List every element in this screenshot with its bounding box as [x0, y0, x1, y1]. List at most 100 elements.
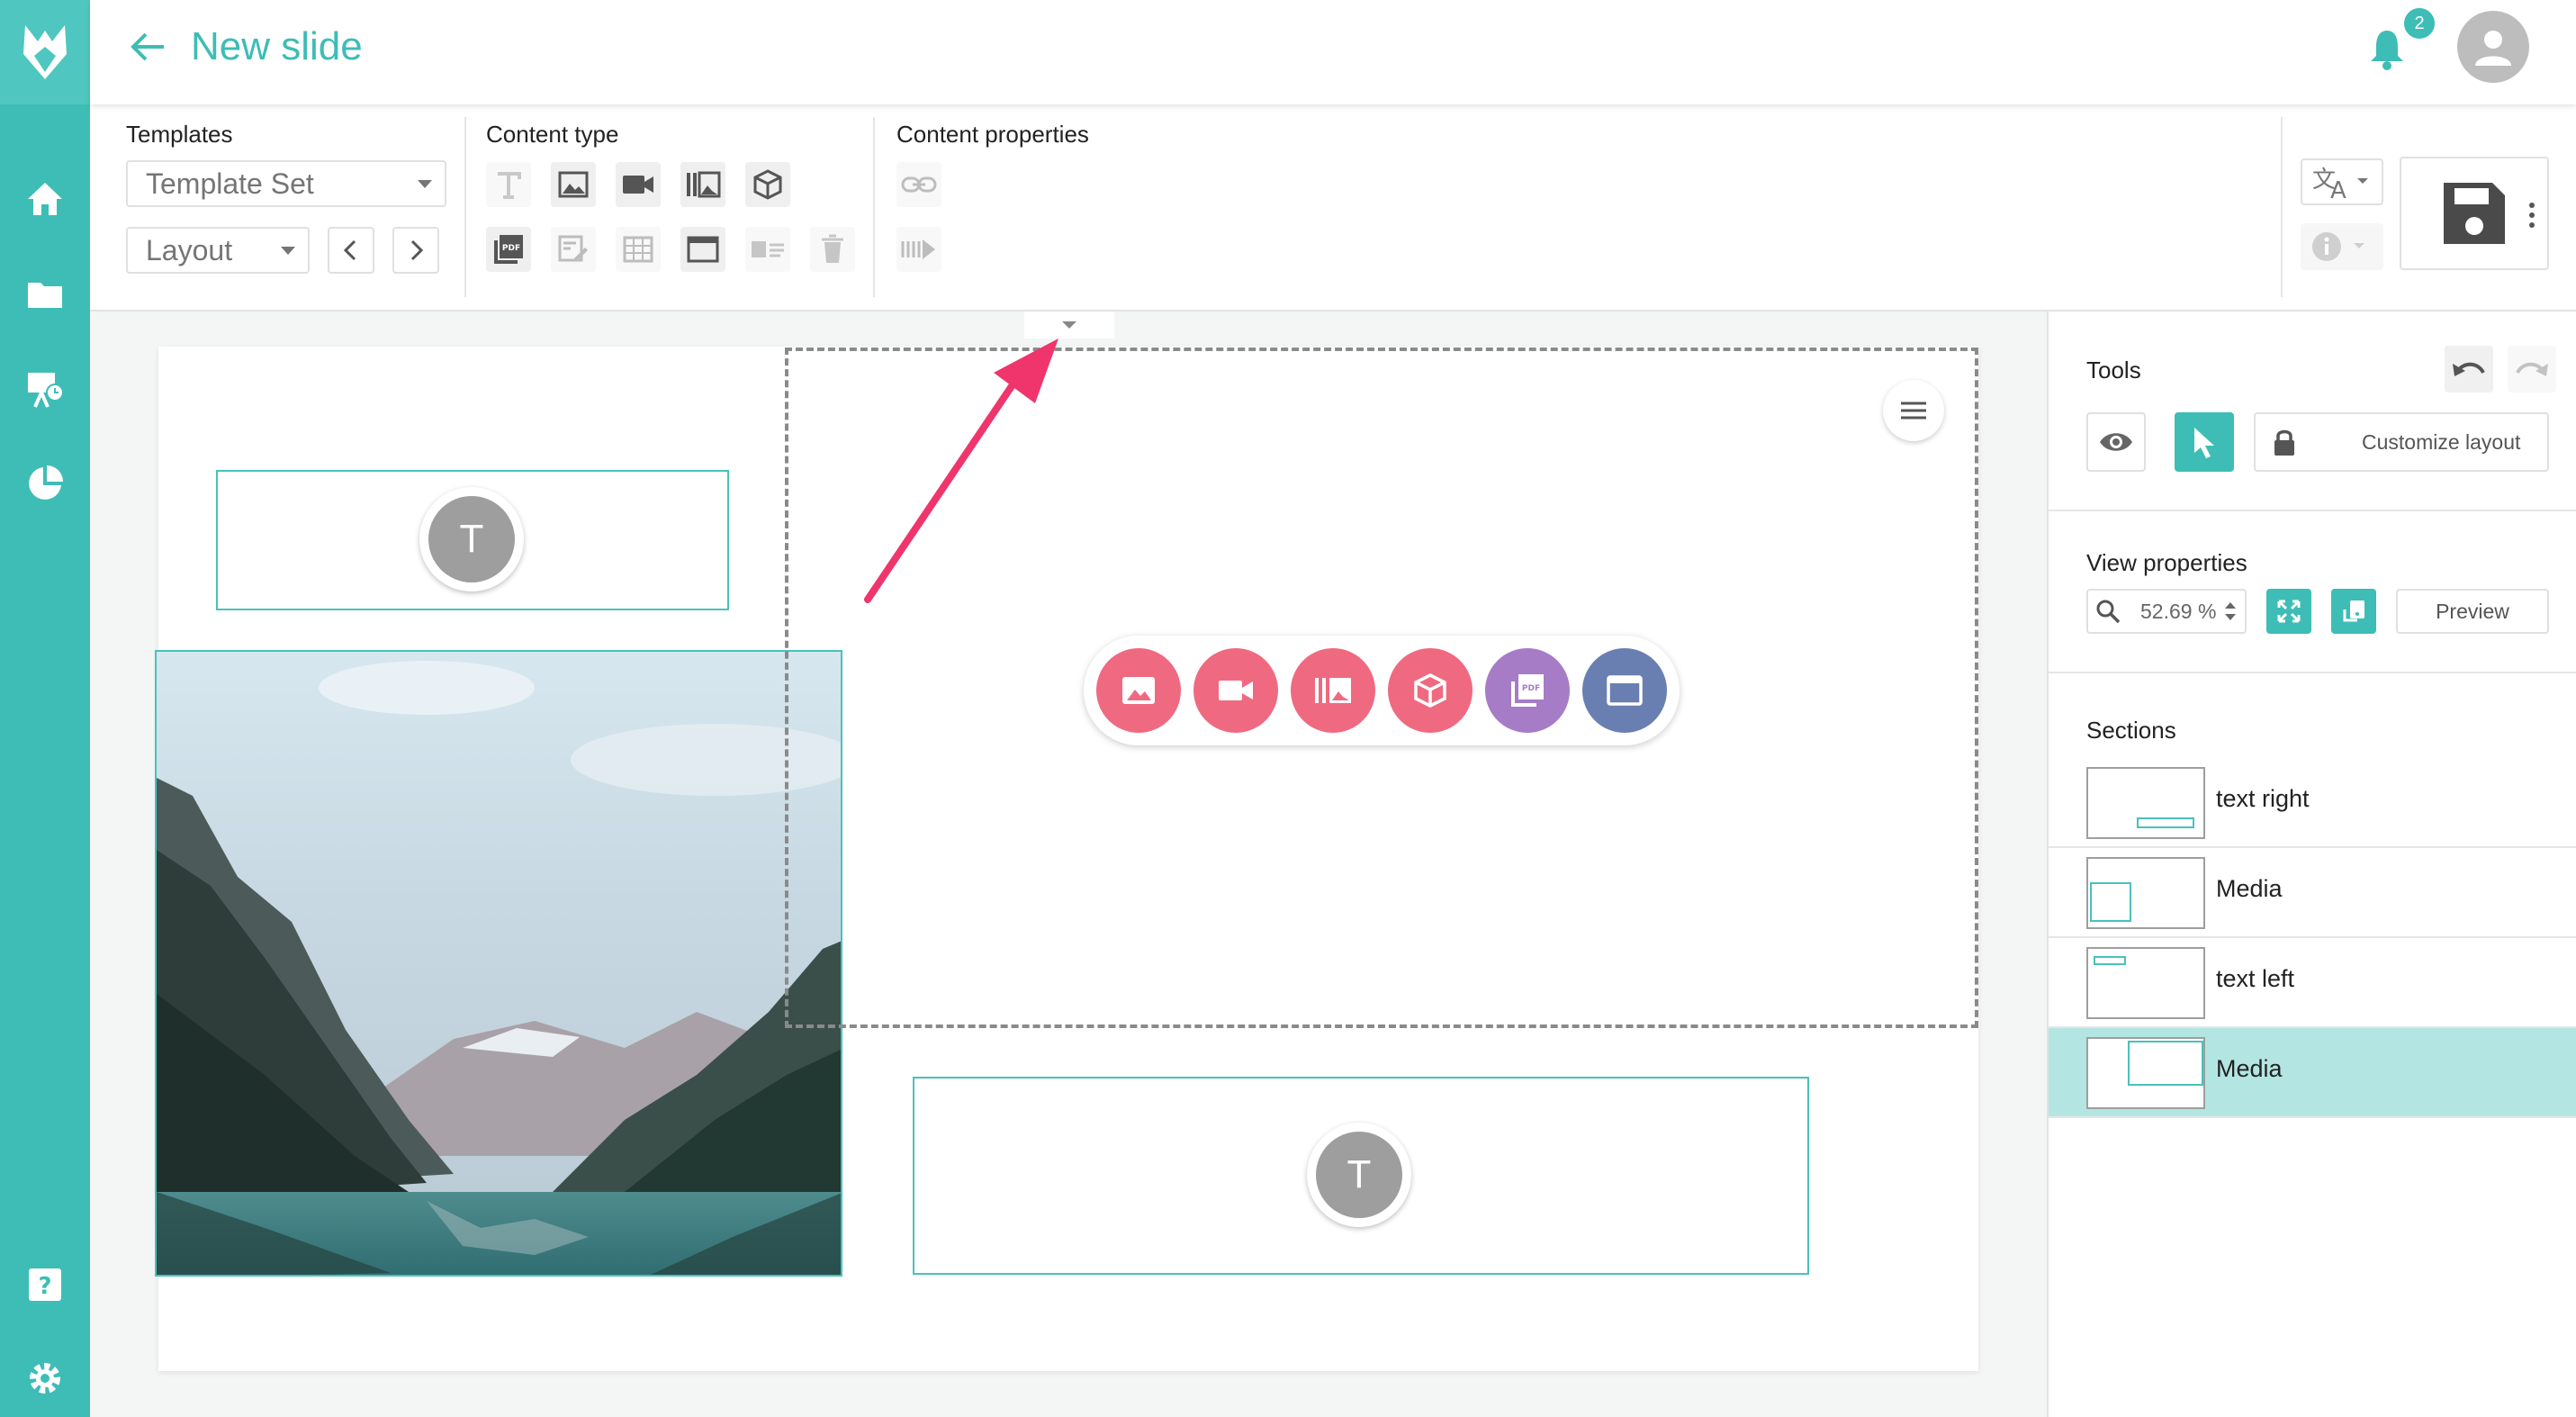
table-content-button[interactable]: [616, 227, 661, 272]
more-vertical-icon[interactable]: [2527, 202, 2536, 229]
pdf-content-button[interactable]: PDF: [486, 227, 531, 272]
caret-down-icon: [1062, 321, 1076, 329]
add-pdf-button[interactable]: PDF: [1485, 648, 1570, 733]
section-thumbnail: [2086, 767, 2205, 839]
previous-layout-button[interactable]: [328, 227, 374, 274]
preview-button[interactable]: Preview: [2396, 589, 2549, 634]
section-name: text right: [2216, 785, 2310, 812]
folder-icon[interactable]: [23, 272, 68, 317]
notifications-bell-icon[interactable]: [2367, 27, 2407, 70]
redo-button[interactable]: [2508, 346, 2556, 393]
analytics-pie-icon[interactable]: [23, 461, 68, 506]
form-edit-icon: [558, 235, 588, 262]
delete-content-button[interactable]: [810, 227, 855, 272]
right-properties-panel: Tools Customize layout View properties 5…: [2047, 311, 2576, 1417]
zoom-input[interactable]: 52.69 %: [2086, 589, 2247, 634]
user-icon: [2475, 31, 2511, 66]
browser-window-icon: [1607, 675, 1643, 706]
save-button[interactable]: [2400, 157, 2549, 270]
section-menu-button[interactable]: [1883, 380, 1944, 441]
chevron-down-icon: [418, 180, 432, 188]
next-layout-button[interactable]: [392, 227, 439, 274]
section-name: text left: [2216, 965, 2295, 992]
trash-icon: [822, 234, 843, 263]
undo-button[interactable]: [2445, 346, 2493, 393]
select-tool-button[interactable]: [2175, 412, 2234, 472]
user-avatar[interactable]: [2457, 11, 2529, 83]
section-item-text-left[interactable]: text left: [2049, 938, 2576, 1028]
image-icon: [558, 171, 589, 198]
add-text-button[interactable]: T: [419, 487, 524, 591]
fit-to-screen-button[interactable]: [2266, 589, 2311, 634]
layout-select[interactable]: Layout: [126, 227, 310, 274]
panel-divider: [2049, 510, 2576, 511]
svg-text:?: ?: [38, 1273, 51, 1300]
video-content-button[interactable]: [616, 162, 661, 207]
tools-label: Tools: [2086, 357, 2141, 384]
preview-label: Preview: [2436, 599, 2509, 623]
template-set-select[interactable]: Template Set: [126, 160, 446, 207]
section-thumbnail: [2086, 947, 2205, 1019]
home-icon[interactable]: [23, 176, 68, 221]
text-placeholder-label: T: [428, 496, 515, 582]
layout-value: Layout: [146, 234, 233, 266]
link-property-button[interactable]: [896, 162, 941, 207]
customize-layout-button[interactable]: Customize layout: [2254, 412, 2549, 472]
media-type-picker: PDF: [1084, 636, 1680, 745]
add-web-frame-button[interactable]: [1582, 648, 1667, 733]
redo-icon: [2516, 362, 2548, 376]
template-set-value: Template Set: [146, 167, 314, 200]
image-content-button[interactable]: [551, 162, 596, 207]
sections-label: Sections: [2086, 717, 2176, 744]
add-gallery-button[interactable]: [1291, 648, 1375, 733]
section-item-text-right[interactable]: text right: [2049, 758, 2576, 848]
help-icon[interactable]: ?: [23, 1262, 68, 1307]
gallery-content-button[interactable]: [680, 162, 725, 207]
content-properties-label: Content properties: [896, 121, 1089, 148]
section-item-media[interactable]: Media: [2049, 848, 2576, 938]
card-content-button[interactable]: [745, 227, 790, 272]
toolbar-divider: [2281, 117, 2283, 297]
toolbar-collapse-tab[interactable]: [1024, 311, 1114, 338]
gallery-icon: [687, 171, 721, 198]
web-frame-content-button[interactable]: [680, 227, 725, 272]
app-logo[interactable]: [0, 0, 90, 104]
presentation-icon[interactable]: [23, 367, 68, 412]
svg-text:PDF: PDF: [1522, 684, 1540, 693]
editor-toolbar: Templates Template Set Layout Content ty…: [90, 104, 2576, 311]
form-content-button[interactable]: [551, 227, 596, 272]
undo-icon: [2453, 362, 2485, 376]
preview-visibility-button[interactable]: [2086, 412, 2146, 472]
add-video-button[interactable]: [1193, 648, 1278, 733]
back-arrow-icon[interactable]: [128, 27, 167, 67]
translate-icon: 文A: [2312, 167, 2368, 200]
text-t-icon: [498, 172, 521, 199]
media-image-mountain-lake[interactable]: [155, 650, 842, 1277]
settings-gear-icon[interactable]: [23, 1356, 68, 1401]
section-name: Media: [2216, 1055, 2283, 1082]
add-image-button[interactable]: [1096, 648, 1181, 733]
floppy-save-icon: [2444, 183, 2505, 244]
pdf-icon: PDF: [494, 235, 523, 264]
stepper-arrows-icon[interactable]: [2223, 600, 2238, 623]
section-item-media-active[interactable]: Media: [2049, 1028, 2576, 1118]
add-3d-object-button[interactable]: [1388, 648, 1473, 733]
toolbar-divider: [873, 117, 875, 297]
device-view-button[interactable]: [2331, 589, 2376, 634]
section-thumbnail: [2086, 1037, 2205, 1109]
3d-object-content-button[interactable]: [745, 162, 790, 207]
animation-property-button[interactable]: [896, 227, 941, 272]
add-text-button[interactable]: T: [1307, 1123, 1411, 1227]
cube-icon: [753, 169, 782, 200]
page-title: New slide: [191, 24, 363, 68]
browser-window-icon: [687, 236, 719, 263]
info-select[interactable]: [2301, 223, 2383, 270]
top-header: New slide 2: [90, 0, 2576, 104]
svg-text:PDF: PDF: [502, 244, 520, 253]
video-camera-icon: [623, 176, 653, 194]
chevron-down-icon: [281, 247, 295, 255]
zoom-value: 52.69 %: [2140, 599, 2217, 623]
language-select[interactable]: 文A: [2301, 158, 2383, 205]
text-content-button[interactable]: [486, 162, 531, 207]
content-type-label: Content type: [486, 121, 619, 148]
